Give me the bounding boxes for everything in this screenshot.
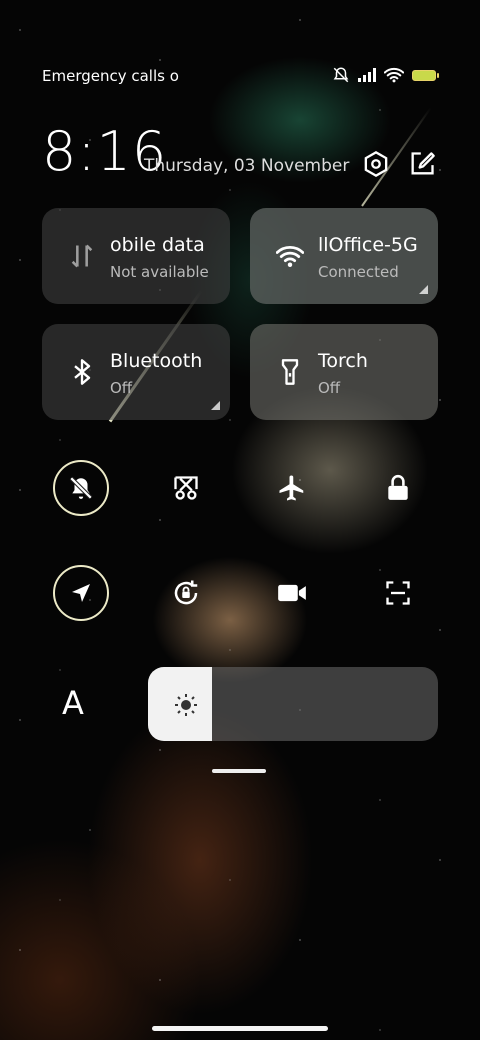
bluetooth-status: Off — [110, 379, 133, 397]
mobile-data-title: obile data — [110, 234, 205, 256]
wifi-icon — [384, 67, 404, 83]
torch-status: Off — [318, 379, 341, 397]
scanner-icon — [386, 581, 410, 605]
wifi-expand-icon[interactable] — [419, 285, 428, 294]
wifi-status: Connected — [318, 263, 399, 281]
mobile-data-icon — [71, 244, 93, 268]
wifi-title: llOffice-5G — [318, 234, 418, 256]
signal-icon — [358, 68, 376, 82]
brightness-slider[interactable] — [148, 667, 438, 741]
edit-icon[interactable] — [408, 150, 436, 178]
scanner-toggle[interactable] — [370, 565, 426, 621]
font-size-button[interactable]: A — [62, 684, 84, 722]
torch-icon — [281, 359, 299, 385]
screenshot-icon — [174, 476, 198, 500]
airplane-icon — [279, 475, 304, 501]
status-bar: Emergency calls o — [42, 66, 439, 88]
settings-icon[interactable] — [362, 150, 390, 178]
rotation-lock-icon — [174, 580, 198, 605]
video-toggle[interactable] — [264, 565, 320, 621]
carrier-text: Emergency calls o — [42, 67, 179, 85]
panel-drag-handle[interactable] — [212, 769, 266, 773]
bluetooth-expand-icon[interactable] — [211, 401, 220, 410]
torch-tile[interactable]: Torch Off — [250, 324, 438, 420]
home-indicator[interactable] — [152, 1026, 328, 1031]
video-icon — [278, 584, 306, 602]
wifi-tile[interactable]: llOffice-5G Connected — [250, 208, 438, 304]
lock-toggle[interactable] — [370, 460, 426, 516]
brightness-icon — [175, 694, 197, 716]
bluetooth-tile[interactable]: Bluetooth Off — [42, 324, 230, 420]
lock-icon — [388, 474, 408, 500]
date: Thursday, 03 November — [144, 156, 350, 176]
status-icons — [332, 66, 439, 84]
location-toggle[interactable] — [53, 565, 109, 621]
battery-icon — [412, 69, 439, 81]
mute-toggle[interactable] — [53, 460, 109, 516]
airplane-toggle[interactable] — [264, 460, 320, 516]
location-icon — [72, 584, 90, 602]
rotation-lock-toggle[interactable] — [158, 565, 214, 621]
mobile-data-tile[interactable]: obile data Not available — [42, 208, 230, 304]
bluetooth-title: Bluetooth — [110, 350, 203, 372]
wifi-icon — [276, 245, 304, 267]
bluetooth-icon — [74, 359, 91, 385]
mobile-data-status: Not available — [110, 263, 209, 281]
mute-icon — [69, 476, 93, 500]
screenshot-toggle[interactable] — [158, 460, 214, 516]
torch-title: Torch — [318, 350, 368, 372]
mute-icon — [333, 67, 349, 83]
